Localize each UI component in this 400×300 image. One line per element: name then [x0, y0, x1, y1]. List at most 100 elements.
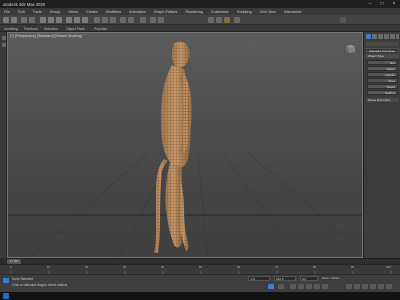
- previous-frame-icon[interactable]: [298, 284, 304, 289]
- viewport-label[interactable]: [+] [Perspective] [Standard] [Default Sh…: [10, 34, 82, 38]
- align-icon[interactable]: [128, 17, 134, 23]
- tick-label: 60: [237, 264, 241, 269]
- render-frame-icon[interactable]: [234, 17, 240, 23]
- material-editor-icon[interactable]: [208, 17, 214, 23]
- maxscript-listener-icon[interactable]: [3, 278, 9, 283]
- tick-label: 0: [10, 264, 12, 269]
- rotate-icon[interactable]: [74, 17, 80, 23]
- percent-snap-icon[interactable]: [110, 17, 116, 23]
- ribbon-tab-populate[interactable]: Populate: [94, 27, 107, 31]
- ribbon-tab-selection[interactable]: Selection: [44, 27, 58, 31]
- window-title: utodesk 3ds Max 2020: [3, 1, 46, 7]
- unlink-icon[interactable]: [29, 17, 35, 23]
- menu-modifiers[interactable]: Modifiers: [102, 10, 125, 14]
- layer-explorer-icon[interactable]: [1, 43, 6, 47]
- monkey-mesh[interactable]: [134, 39, 204, 255]
- menu-edit[interactable]: Edit: [14, 10, 29, 14]
- box-button[interactable]: Box: [367, 60, 398, 65]
- menu-civil-view[interactable]: Civil View: [256, 10, 280, 14]
- render-icon[interactable]: [224, 17, 230, 23]
- cylinder-button[interactable]: Cylinder: [367, 72, 398, 77]
- redo-icon[interactable]: [11, 17, 17, 23]
- menu-views[interactable]: Views: [64, 10, 82, 14]
- create-tab-icon[interactable]: [366, 34, 371, 39]
- left-toolbar: [0, 32, 7, 258]
- selection-status: None Selected: [12, 277, 33, 281]
- field-of-view-icon[interactable]: [378, 284, 384, 289]
- name-color-rollout[interactable]: Name and Color: [366, 98, 399, 102]
- ribbon-tab-freeform[interactable]: Freeform: [24, 27, 38, 31]
- maximize-button[interactable]: □: [376, 0, 388, 8]
- menu-group[interactable]: Group: [46, 10, 65, 14]
- teapot-button[interactable]: Teapot: [367, 84, 398, 89]
- undo-icon[interactable]: [3, 17, 9, 23]
- layer-icon[interactable]: [140, 17, 146, 23]
- utilities-tab-icon[interactable]: [396, 34, 399, 39]
- scene-explorer-icon[interactable]: [1, 36, 6, 40]
- tick-label: 20: [85, 264, 89, 269]
- grid-size: Grid = 10.0m: [322, 276, 340, 280]
- curve-editor-icon[interactable]: [150, 17, 156, 23]
- orbit-icon[interactable]: [370, 284, 376, 289]
- move-icon[interactable]: [66, 17, 72, 23]
- modify-tab-icon[interactable]: [372, 34, 377, 39]
- schematic-icon[interactable]: [158, 17, 164, 23]
- go-to-start-icon[interactable]: [290, 284, 296, 289]
- menu-animation[interactable]: Animation: [125, 10, 150, 14]
- menu-scripting[interactable]: Scripting: [233, 10, 256, 14]
- snap-icon[interactable]: [94, 17, 100, 23]
- x-coordinate-field[interactable]: -2.5: [248, 276, 270, 281]
- main-toolbar: Create Selection Se: [0, 15, 400, 41]
- go-to-end-icon[interactable]: [322, 284, 328, 289]
- scale-icon[interactable]: [82, 17, 88, 23]
- tick-label: 40: [161, 264, 165, 269]
- category-dropdown[interactable]: Standard Primitives: [366, 48, 399, 53]
- render-setup-icon[interactable]: [216, 17, 222, 23]
- workspace-icon[interactable]: [340, 17, 346, 23]
- tick-label: 80: [313, 264, 317, 269]
- start-icon[interactable]: [3, 293, 9, 299]
- object-type-rollout[interactable]: Object Type: [366, 54, 399, 58]
- display-tab-icon[interactable]: [390, 34, 395, 39]
- menu-rendering[interactable]: Rendering: [181, 10, 207, 14]
- ribbon-tab-object-paint[interactable]: Object Paint: [66, 27, 84, 31]
- y-coordinate-field[interactable]: 248.5: [274, 276, 296, 281]
- menu-graph-editors[interactable]: Graph Editors: [150, 10, 181, 14]
- torus-button[interactable]: Torus: [367, 78, 398, 83]
- region-select-icon[interactable]: [56, 17, 62, 23]
- sphere-button[interactable]: Sphere: [367, 66, 398, 71]
- menu-tools[interactable]: Tools: [29, 10, 46, 14]
- ribbon-tab-modeling[interactable]: Modeling: [4, 27, 18, 31]
- create-subcategory-icons[interactable]: [366, 42, 399, 46]
- select-icon[interactable]: [40, 17, 46, 23]
- angle-snap-icon[interactable]: [102, 17, 108, 23]
- ribbon: Modeling Freeform Selection Object Paint…: [0, 25, 400, 32]
- set-key-button[interactable]: [278, 284, 284, 289]
- close-button[interactable]: ×: [388, 0, 400, 8]
- minimize-button[interactable]: –: [364, 0, 376, 8]
- select-by-name-icon[interactable]: [48, 17, 54, 23]
- link-icon[interactable]: [21, 17, 27, 23]
- title-bar: utodesk 3ds Max 2020 – □ ×: [0, 0, 400, 8]
- motion-tab-icon[interactable]: [384, 34, 389, 39]
- os-taskbar: [0, 292, 400, 300]
- perspective-viewport[interactable]: [+] [Perspective] [Standard] [Default Sh…: [7, 32, 363, 258]
- auto-key-button[interactable]: [268, 284, 274, 289]
- next-frame-icon[interactable]: [314, 284, 320, 289]
- menu-customize[interactable]: Customize: [207, 10, 233, 14]
- menu-interactive[interactable]: Interactive: [280, 10, 306, 14]
- z-coordinate-field[interactable]: 0.0: [300, 276, 318, 281]
- tick-label: 100: [386, 264, 391, 269]
- menu-file[interactable]: File: [0, 10, 14, 14]
- zoom-all-icon[interactable]: [354, 284, 360, 289]
- menu-create[interactable]: Create: [82, 10, 101, 14]
- zoom-icon[interactable]: [346, 284, 352, 289]
- play-icon[interactable]: [306, 284, 312, 289]
- viewcube-icon[interactable]: [344, 43, 356, 53]
- tick-label: 50: [199, 264, 203, 269]
- textplus-button[interactable]: TextPlus: [367, 90, 398, 95]
- mirror-icon[interactable]: [120, 17, 126, 23]
- maximize-viewport-icon[interactable]: [386, 284, 392, 289]
- pan-icon[interactable]: [362, 284, 368, 289]
- hierarchy-tab-icon[interactable]: [378, 34, 383, 39]
